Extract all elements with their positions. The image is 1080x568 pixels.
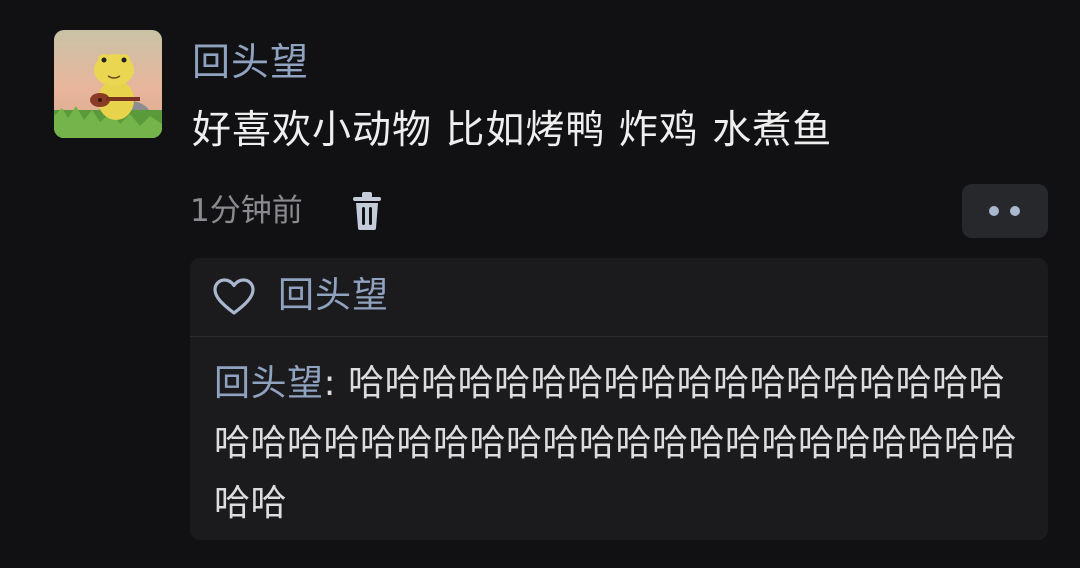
- timestamp: 1分钟前: [190, 193, 303, 229]
- reply-comment: 回头望: 哈哈哈哈哈哈哈哈哈哈哈哈哈哈哈哈哈哈哈哈哈哈哈哈哈哈哈哈哈哈哈哈哈哈哈…: [214, 354, 1034, 534]
- post-author-name[interactable]: 回头望: [192, 38, 309, 86]
- more-dots-icon: [989, 206, 999, 216]
- reply-separator: :: [323, 363, 349, 404]
- comment-screen: 回头望 好喜欢小动物 比如烤鸭 炸鸡 水煮鱼 1分钟前 回头望 回头望: 哈哈哈…: [0, 0, 1080, 568]
- heart-outline-icon[interactable]: [212, 277, 256, 317]
- more-options-button[interactable]: [962, 184, 1048, 238]
- likes-row: 回头望: [190, 258, 1048, 337]
- comment-text: 好喜欢小动物 比如烤鸭 炸鸡 水煮鱼: [192, 108, 833, 153]
- trash-icon[interactable]: [350, 191, 384, 231]
- avatar[interactable]: [54, 30, 162, 138]
- more-dots-icon: [1010, 206, 1020, 216]
- reply-card: 回头望 回头望: 哈哈哈哈哈哈哈哈哈哈哈哈哈哈哈哈哈哈哈哈哈哈哈哈哈哈哈哈哈哈哈…: [190, 258, 1048, 540]
- avatar-frog-image: [54, 30, 162, 138]
- reply-author-name[interactable]: 回头望: [214, 363, 324, 404]
- liked-by-name[interactable]: 回头望: [278, 273, 389, 319]
